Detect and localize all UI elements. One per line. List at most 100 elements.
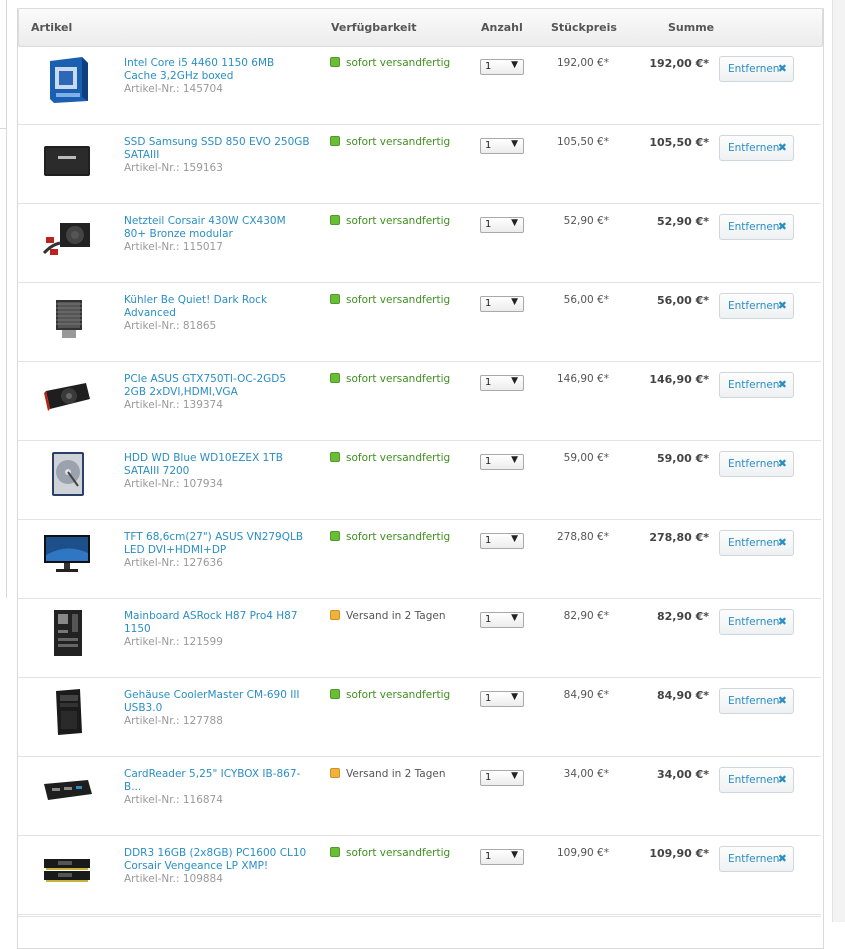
chevron-down-icon: ▼: [511, 376, 518, 386]
product-thumbnail[interactable]: [42, 766, 94, 816]
availability-dot-icon: [330, 531, 340, 541]
product-name-link[interactable]: Netzteil Corsair 430W CX430M 80+ Bronze …: [124, 215, 310, 241]
availability-dot-icon: [330, 215, 340, 225]
quantity-select[interactable]: 1 ▼: [480, 217, 524, 233]
product-thumbnail[interactable]: [42, 450, 94, 500]
availability-text: sofort versandfertig: [346, 215, 451, 227]
product-article-number: Artikel-Nr.: 107934: [124, 478, 223, 490]
product-thumbnail[interactable]: [42, 845, 94, 895]
product-name-link[interactable]: Intel Core i5 4460 1150 6MB Cache 3,2GHz…: [124, 57, 310, 83]
remove-button[interactable]: Entfernen ✖: [719, 451, 794, 477]
cart-row-1: Intel Core i5 4460 1150 6MB Cache 3,2GHz…: [18, 46, 821, 125]
product-name-link[interactable]: Kühler Be Quiet! Dark Rock Advanced: [124, 294, 310, 320]
line-total: 82,90 €*: [656, 610, 709, 623]
remove-button[interactable]: Entfernen ✖: [719, 767, 794, 793]
availability-dot-icon: [330, 452, 340, 462]
availability-status: sofort versandfertig: [330, 847, 450, 859]
remove-button[interactable]: Entfernen ✖: [719, 135, 794, 161]
product-name-link[interactable]: HDD WD Blue WD10EZEX 1TB SATAIII 7200: [124, 452, 310, 478]
remove-button[interactable]: Entfernen ✖: [719, 688, 794, 714]
product-name-link[interactable]: SSD Samsung SSD 850 EVO 250GB SATAIII: [124, 136, 310, 162]
cart-row-8: Mainboard ASRock H87 Pro4 H87 1150 Artik…: [18, 599, 821, 678]
quantity-select[interactable]: 1 ▼: [480, 454, 524, 470]
chevron-down-icon: ▼: [511, 297, 518, 307]
availability-text: sofort versandfertig: [346, 373, 451, 385]
cpu-box-icon: [50, 57, 88, 103]
availability-dot-icon: [330, 373, 340, 383]
product-name-link[interactable]: Mainboard ASRock H87 Pro4 H87 1150: [124, 610, 310, 636]
quantity-select[interactable]: 1 ▼: [480, 375, 524, 391]
close-icon: ✖: [777, 299, 787, 312]
line-total: 84,90 €*: [656, 689, 709, 702]
quantity-select[interactable]: 1 ▼: [480, 691, 524, 707]
product-article-number: Artikel-Nr.: 109884: [124, 873, 223, 885]
remove-button[interactable]: Entfernen ✖: [719, 293, 794, 319]
product-thumbnail[interactable]: [42, 608, 94, 658]
cart-row-2: SSD Samsung SSD 850 EVO 250GB SATAIII Ar…: [18, 125, 821, 204]
line-total: 59,00 €*: [656, 452, 709, 465]
close-icon: ✖: [777, 457, 787, 470]
cart-row-10: CardReader 5,25" ICYBOX IB-867-B... Arti…: [18, 757, 821, 836]
product-article-number: Artikel-Nr.: 139374: [124, 399, 223, 411]
remove-button-label: Entfernen: [728, 63, 780, 75]
quantity-select[interactable]: 1 ▼: [480, 59, 524, 75]
remove-button[interactable]: Entfernen ✖: [719, 530, 794, 556]
close-icon: ✖: [777, 852, 787, 865]
product-thumbnail[interactable]: [42, 687, 94, 737]
quantity-select[interactable]: 1 ▼: [480, 770, 524, 786]
quantity-value: 1: [485, 851, 492, 862]
product-name-link[interactable]: DDR3 16GB (2x8GB) PC1600 CL10 Corsair Ve…: [124, 847, 310, 873]
availability-status: sofort versandfertig: [330, 689, 450, 701]
product-thumbnail[interactable]: [42, 134, 94, 184]
unit-price: 278,80 €*: [556, 531, 609, 543]
chevron-down-icon: ▼: [511, 60, 518, 70]
remove-button[interactable]: Entfernen ✖: [719, 846, 794, 872]
remove-button[interactable]: Entfernen ✖: [719, 214, 794, 240]
product-thumbnail[interactable]: [42, 213, 94, 263]
product-name-link[interactable]: TFT 68,6cm(27") ASUS VN279QLB LED DVI+HD…: [124, 531, 310, 557]
quantity-select[interactable]: 1 ▼: [480, 849, 524, 865]
remove-button-label: Entfernen: [728, 221, 780, 233]
product-thumbnail[interactable]: [42, 292, 94, 342]
unit-price: 82,90 €*: [563, 610, 609, 622]
product-thumbnail[interactable]: [42, 371, 94, 421]
availability-text: sofort versandfertig: [346, 689, 451, 701]
line-total: 146,90 €*: [649, 373, 709, 386]
quantity-select[interactable]: 1 ▼: [480, 296, 524, 312]
unit-price: 192,00 €*: [556, 57, 609, 69]
quantity-value: 1: [485, 693, 492, 704]
availability-dot-icon: [330, 689, 340, 699]
close-icon: ✖: [777, 62, 787, 75]
remove-button-label: Entfernen: [728, 379, 780, 391]
availability-dot-icon: [330, 136, 340, 146]
remove-button[interactable]: Entfernen ✖: [719, 372, 794, 398]
quantity-select[interactable]: 1 ▼: [480, 533, 524, 549]
unit-price: 105,50 €*: [556, 136, 609, 148]
close-icon: ✖: [777, 141, 787, 154]
header-artikel: Artikel: [31, 21, 73, 34]
remove-button[interactable]: Entfernen ✖: [719, 609, 794, 635]
remove-button-label: Entfernen: [728, 458, 780, 470]
remove-button[interactable]: Entfernen ✖: [719, 56, 794, 82]
close-icon: ✖: [777, 536, 787, 549]
cart-table: Artikel Verfügbarkeit Anzahl Stückpreis …: [17, 8, 824, 949]
product-name-link[interactable]: Gehäuse CoolerMaster CM-690 III USB3.0: [124, 689, 310, 715]
close-icon: ✖: [777, 773, 787, 786]
unit-price: 146,90 €*: [556, 373, 609, 385]
cart-row-4: Kühler Be Quiet! Dark Rock Advanced Arti…: [18, 283, 821, 362]
product-thumbnail[interactable]: [42, 529, 94, 579]
close-icon: ✖: [777, 220, 787, 233]
product-name-link[interactable]: PCIe ASUS GTX750TI-OC-2GD5 2GB 2xDVI,HDM…: [124, 373, 310, 399]
quantity-value: 1: [485, 614, 492, 625]
product-name-link[interactable]: CardReader 5,25" ICYBOX IB-867-B...: [124, 768, 310, 794]
cart-row-6: HDD WD Blue WD10EZEX 1TB SATAIII 7200 Ar…: [18, 441, 821, 520]
quantity-select[interactable]: 1 ▼: [480, 138, 524, 154]
availability-text: sofort versandfertig: [346, 294, 451, 306]
right-scroll-strip: [832, 0, 845, 922]
remove-button-label: Entfernen: [728, 695, 780, 707]
psu-icon: [42, 223, 90, 255]
quantity-select[interactable]: 1 ▼: [480, 612, 524, 628]
product-article-number: Artikel-Nr.: 81865: [124, 320, 217, 332]
product-thumbnail[interactable]: [42, 55, 94, 105]
availability-text: sofort versandfertig: [346, 57, 451, 69]
